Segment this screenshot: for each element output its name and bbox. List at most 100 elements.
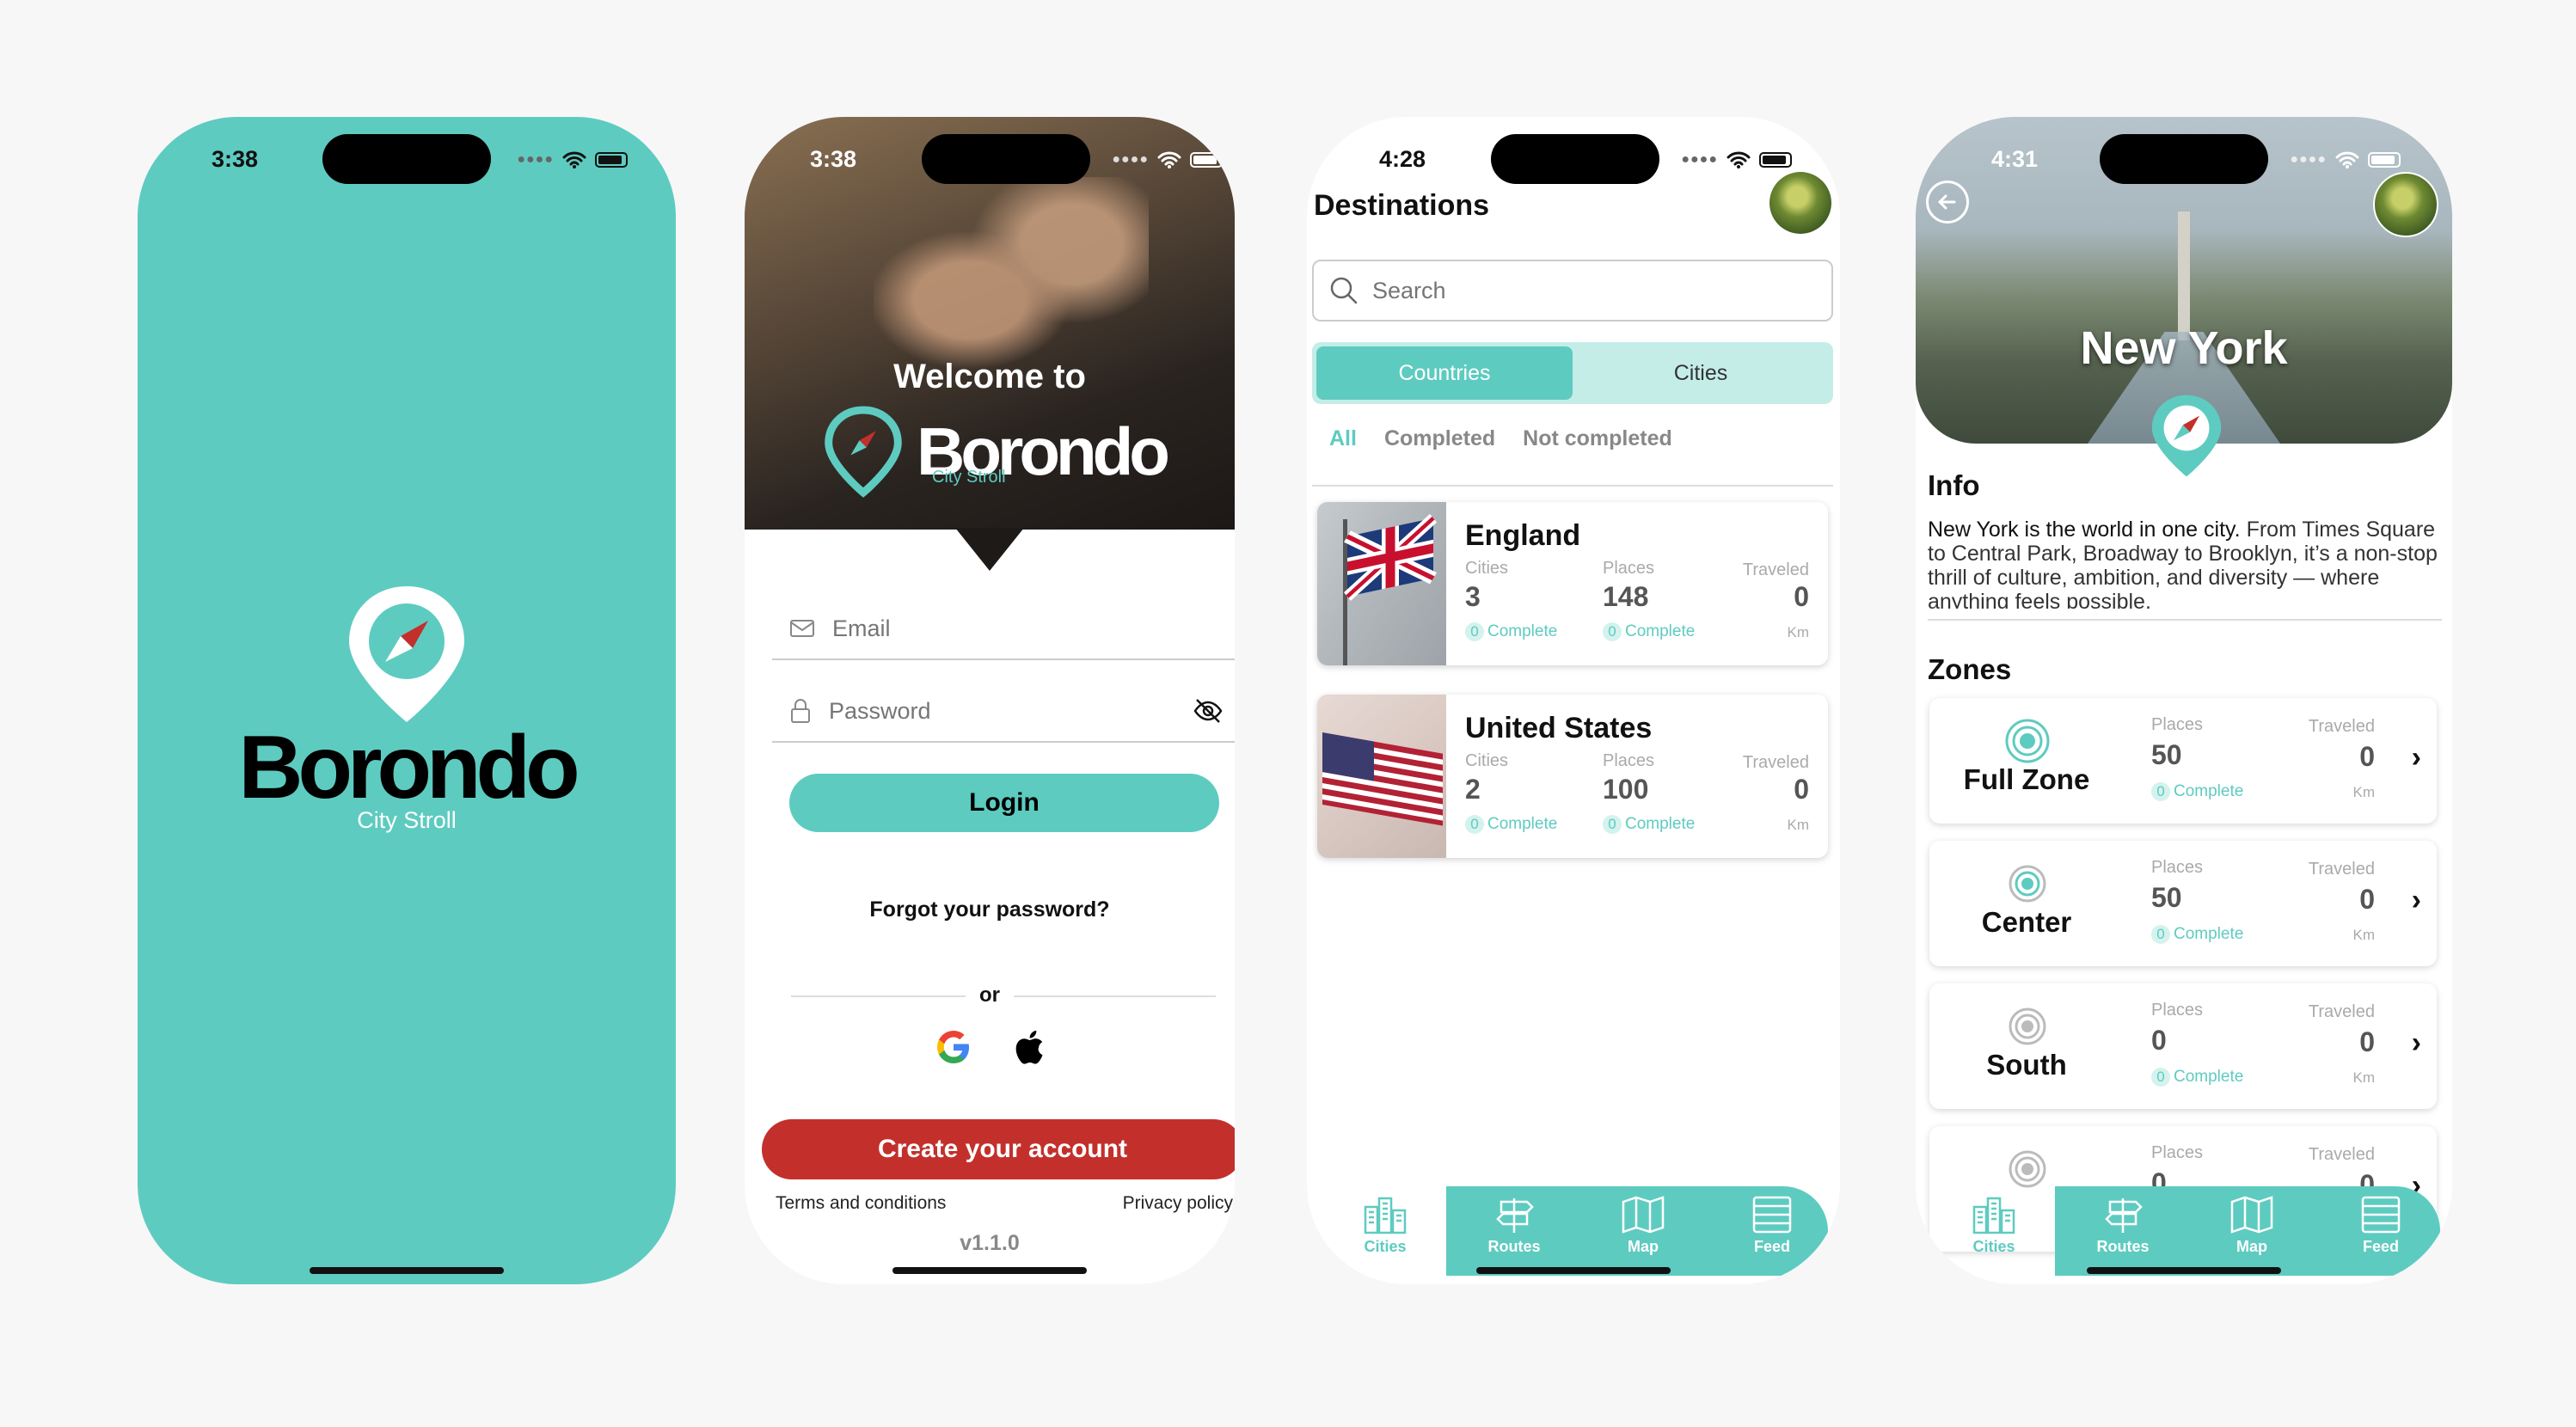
cities-label: Cities bbox=[1465, 751, 1509, 770]
feed-icon bbox=[2361, 1196, 2401, 1234]
terms-link[interactable]: Terms and conditions bbox=[776, 1193, 946, 1214]
tab-feed[interactable]: Feed bbox=[2316, 1195, 2445, 1256]
complete-label: Complete bbox=[1625, 815, 1696, 833]
filter-completed[interactable]: Completed bbox=[1384, 426, 1495, 451]
zone-complete: 0 Complete bbox=[2151, 782, 2243, 801]
mail-icon bbox=[790, 620, 814, 637]
traveled-label: Traveled bbox=[2308, 1145, 2375, 1164]
tab-cities[interactable]: Cities bbox=[1321, 1195, 1450, 1256]
signal-icon: ●●●● bbox=[1681, 152, 1718, 167]
zones-heading: Zones bbox=[1928, 653, 2012, 685]
places-label: Places bbox=[2151, 1143, 2204, 1162]
battery-icon bbox=[2368, 152, 2401, 168]
zone-name: South bbox=[1986, 1049, 2067, 1081]
filter-not-completed[interactable]: Not completed bbox=[1523, 426, 1672, 451]
traveled-unit: Km bbox=[1787, 817, 1810, 833]
compass-pin-icon bbox=[349, 586, 464, 722]
places-count: 0 bbox=[2151, 1025, 2167, 1056]
city-title: New York bbox=[2080, 322, 2288, 374]
avatar[interactable] bbox=[2373, 172, 2438, 237]
segment-countries[interactable]: Countries bbox=[1316, 346, 1573, 400]
places-complete: 0 Complete bbox=[1603, 622, 1695, 641]
traveled-unit: Km bbox=[2352, 1069, 2376, 1086]
tab-map[interactable]: Map bbox=[1579, 1195, 1708, 1256]
traveled-unit: Km bbox=[1787, 624, 1810, 640]
traveled-unit: Km bbox=[2352, 784, 2376, 800]
or-separator: or bbox=[745, 983, 1235, 1007]
traveled-value: 0 bbox=[2359, 1026, 2375, 1057]
complete-label: Complete bbox=[1487, 622, 1558, 640]
zone-name: Center bbox=[1981, 906, 2072, 938]
zone-card-center[interactable]: Center Places 50 0 Complete Traveled 0 Km… bbox=[1929, 841, 2437, 966]
places-label: Places bbox=[1603, 751, 1655, 770]
search-icon bbox=[1330, 277, 1358, 304]
password-field[interactable] bbox=[772, 681, 1235, 743]
tab-label: Map bbox=[1628, 1238, 1659, 1255]
email-field[interactable] bbox=[772, 598, 1235, 660]
complete-label: Complete bbox=[2174, 1068, 2244, 1086]
battery-icon bbox=[1190, 152, 1223, 168]
country-card-england[interactable]: England Cities 3 0 Complete Places 148 0C… bbox=[1317, 502, 1828, 665]
places-label: Places bbox=[2151, 715, 2204, 734]
city-buildings-icon bbox=[1364, 1197, 1407, 1234]
apple-icon[interactable] bbox=[1010, 1028, 1045, 1066]
flag-photo bbox=[1317, 695, 1446, 858]
dynamic-island bbox=[922, 134, 1090, 184]
search-field[interactable] bbox=[1312, 260, 1833, 322]
privacy-link[interactable]: Privacy policy bbox=[1123, 1193, 1233, 1214]
traveled-value: 0 bbox=[2359, 884, 2375, 915]
back-button[interactable] bbox=[1926, 181, 1969, 224]
app-version: v1.1.0 bbox=[960, 1231, 1020, 1255]
brand-tagline: City Stroll bbox=[932, 468, 1006, 487]
create-account-button[interactable]: Create your account bbox=[762, 1119, 1235, 1179]
country-card-united-states[interactable]: United States Cities 2 0 Complete Places … bbox=[1317, 695, 1828, 858]
tab-cities[interactable]: Cities bbox=[1929, 1195, 2058, 1256]
tab-map[interactable]: Map bbox=[2187, 1195, 2316, 1256]
status-time: 4:28 bbox=[1379, 146, 1426, 172]
segment-cities[interactable]: Cities bbox=[1573, 346, 1829, 400]
eye-off-icon[interactable] bbox=[1193, 698, 1223, 724]
destinations-screen: 4:28 ●●●● Destinations Countries Cities … bbox=[1307, 117, 1840, 1284]
home-indicator bbox=[1476, 1267, 1671, 1274]
password-input[interactable] bbox=[827, 696, 1157, 726]
zone-card-south[interactable]: South Places 0 0 Complete Traveled 0 Km › bbox=[1929, 983, 2437, 1109]
places-complete: 0 Complete bbox=[1603, 815, 1695, 834]
google-icon[interactable] bbox=[935, 1028, 972, 1066]
cities-label: Cities bbox=[1465, 559, 1509, 578]
login-button[interactable]: Login bbox=[789, 774, 1219, 832]
login-screen: 3:38 ●●●● Welcome to Borondo City Stroll… bbox=[745, 117, 1235, 1284]
complete-count: 0 bbox=[2151, 1068, 2170, 1087]
home-indicator bbox=[2087, 1267, 2281, 1274]
tab-bar: Cities Routes Map Feed bbox=[1916, 1186, 2440, 1276]
cities-count: 3 bbox=[1465, 581, 1481, 612]
home-indicator bbox=[892, 1267, 1087, 1274]
chevron-right-icon: › bbox=[2411, 741, 2421, 774]
filter-all[interactable]: All bbox=[1329, 426, 1357, 451]
places-count: 50 bbox=[2151, 739, 2182, 770]
tab-label: Feed bbox=[1753, 1238, 1790, 1255]
zone-card-full-zone[interactable]: Full Zone Places 50 0 Complete Traveled 0… bbox=[1929, 698, 2437, 824]
tab-routes[interactable]: Routes bbox=[2058, 1195, 2187, 1256]
email-input[interactable] bbox=[831, 614, 1161, 643]
signal-icon: ●●●● bbox=[1112, 152, 1149, 167]
brand-tagline: City Stroll bbox=[357, 807, 457, 833]
places-label: Places bbox=[2151, 1001, 2204, 1020]
tab-label: Routes bbox=[1487, 1238, 1541, 1255]
places-count: 100 bbox=[1603, 774, 1649, 805]
divider bbox=[1312, 485, 1833, 487]
search-input[interactable] bbox=[1371, 276, 1804, 305]
signal-icon: ●●●● bbox=[517, 152, 554, 167]
tab-routes[interactable]: Routes bbox=[1450, 1195, 1579, 1256]
chevron-right-icon: › bbox=[2411, 884, 2421, 916]
forgot-password-link[interactable]: Forgot your password? bbox=[745, 897, 1235, 922]
avatar[interactable] bbox=[1769, 172, 1831, 234]
page-title: Destinations bbox=[1314, 189, 1490, 222]
tab-feed[interactable]: Feed bbox=[1708, 1195, 1837, 1256]
cities-complete-count: 0 bbox=[1465, 815, 1484, 834]
hero-pointer bbox=[955, 528, 1024, 571]
target-icon bbox=[2005, 719, 2050, 763]
divider bbox=[1928, 619, 2442, 621]
signpost-icon bbox=[2105, 1198, 2143, 1233]
us-flag-icon bbox=[1322, 732, 1443, 826]
places-label: Places bbox=[1603, 559, 1655, 578]
